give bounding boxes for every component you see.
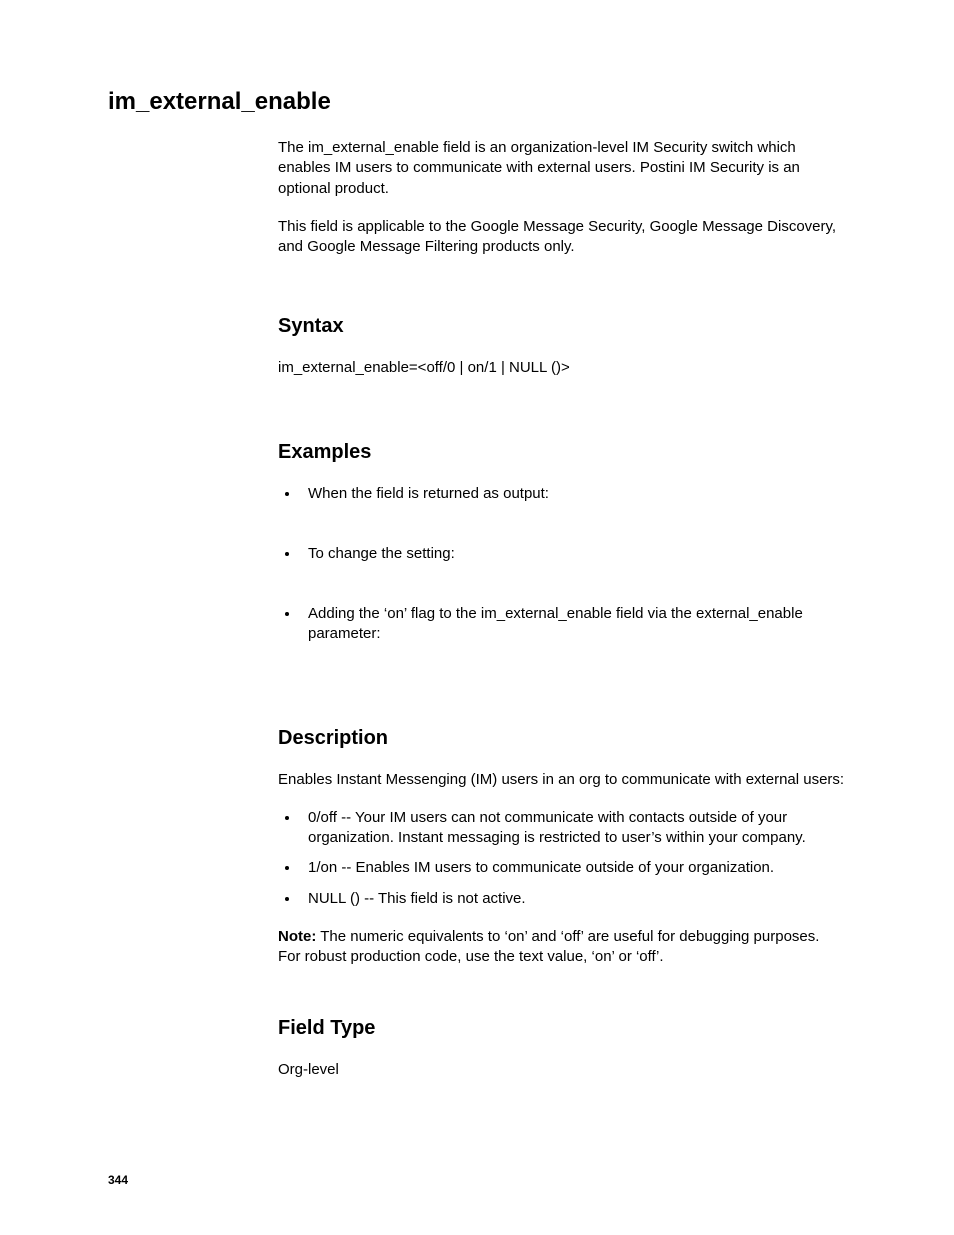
field-type-value: Org-level [278, 1060, 846, 1080]
examples-heading: Examples [278, 439, 846, 466]
page-title: im_external_enable [108, 88, 846, 116]
note-text: The numeric equivalents to ‘on’ and ‘off… [278, 928, 819, 965]
list-item: 1/on -- Enables IM users to communicate … [300, 858, 846, 878]
list-item: Adding the ‘on’ flag to the im_external_… [300, 604, 846, 645]
description-heading: Description [278, 725, 846, 752]
list-item: When the field is returned as output: [300, 484, 846, 504]
page-number: 344 [108, 1173, 128, 1187]
list-item: NULL () -- This field is not active. [300, 889, 846, 909]
syntax-heading: Syntax [278, 313, 846, 340]
list-item: 0/off -- Your IM users can not communica… [300, 808, 846, 849]
syntax-line: im_external_enable=<off/0 | on/1 | NULL … [278, 358, 846, 378]
examples-list: When the field is returned as output: To… [278, 484, 846, 645]
intro-paragraph-1: The im_external_enable field is an organ… [278, 138, 846, 199]
intro-paragraph-2: This field is applicable to the Google M… [278, 217, 846, 258]
field-type-heading: Field Type [278, 1015, 846, 1042]
description-list: 0/off -- Your IM users can not communica… [278, 808, 846, 909]
description-intro: Enables Instant Messenging (IM) users in… [278, 770, 846, 790]
note-label: Note: [278, 928, 316, 945]
list-item: To change the setting: [300, 544, 846, 564]
content-block: The im_external_enable field is an organ… [278, 138, 846, 1081]
note-paragraph: Note: The numeric equivalents to ‘on’ an… [278, 927, 846, 968]
page-container: im_external_enable The im_external_enabl… [0, 0, 954, 1235]
